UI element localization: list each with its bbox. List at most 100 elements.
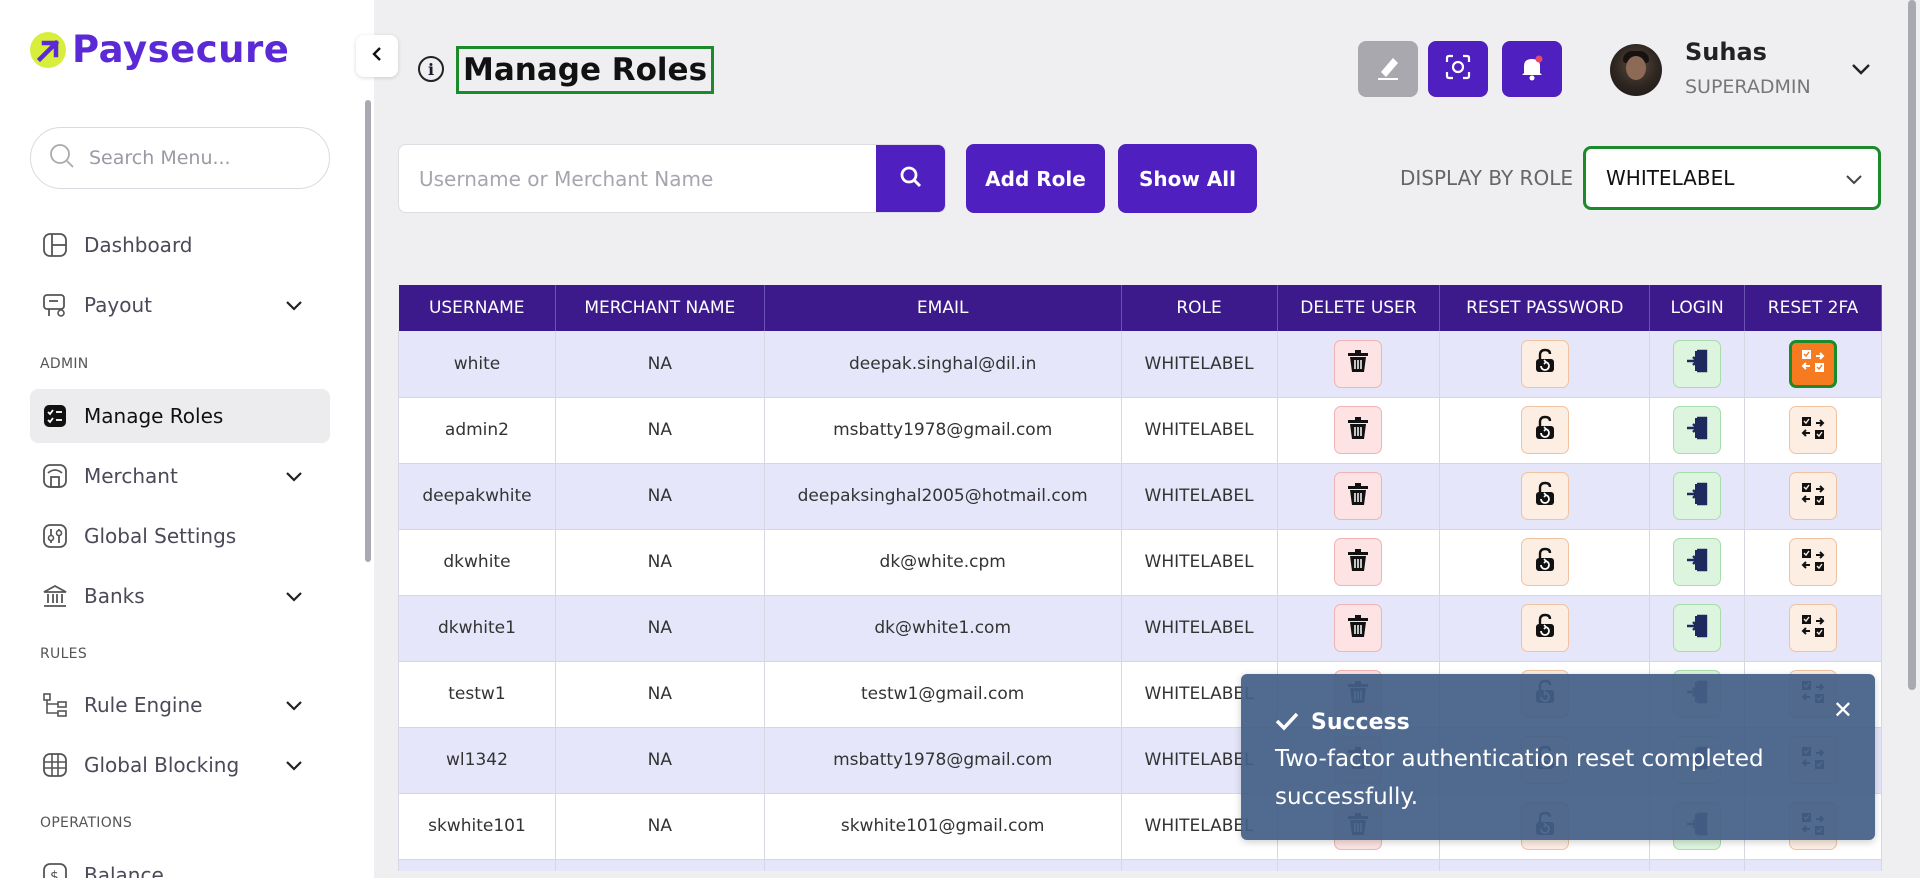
reset-password-button[interactable] [1520,538,1569,586]
cell-reset-2fa [1744,463,1882,530]
delete-user-button[interactable] [1334,406,1383,454]
reset-password-button[interactable] [1520,472,1569,520]
screenshot-button[interactable] [1428,41,1488,97]
sidebar-item-banks[interactable]: Banks [30,569,330,623]
search-button[interactable] [876,145,945,212]
reset-2fa-button[interactable] [1789,339,1838,388]
user-role: SUPERADMIN [1685,76,1811,98]
main-scrollbar[interactable] [1908,0,1916,690]
column-header-merchant-name[interactable]: MERCHANT NAME [555,285,765,331]
collapse-sidebar-button[interactable] [356,35,398,77]
avatar[interactable] [1610,44,1662,96]
reset-2fa-icon [1800,481,1826,512]
unlock-icon [1532,613,1558,644]
search-menu-input[interactable] [89,147,309,169]
chevron-down-icon [284,755,304,779]
info-icon[interactable]: i [418,56,444,82]
dashboard-icon [42,232,68,258]
sidebar-item-merchant[interactable]: Merchant [30,449,330,503]
login-as-user-button[interactable] [1673,339,1722,388]
delete-user-button[interactable] [1334,339,1383,388]
show-all-button[interactable]: Show All [1118,144,1257,213]
sidebar-item-balance[interactable]: $ Balance [30,848,330,878]
cell-login [1649,397,1746,464]
reset-2fa-icon [1800,348,1826,379]
reset-password-button[interactable] [1520,339,1569,388]
check-icon [1275,711,1299,735]
cell-reset-2fa [1744,331,1882,398]
cell-login [1649,595,1746,662]
role-select-value: WHITELABEL [1606,166,1735,190]
cell-role: WHITELABEL [1121,397,1278,464]
user-menu-chevron-icon[interactable] [1850,58,1872,84]
cell-login [1649,331,1746,398]
cell-role: WHITELABEL [1121,595,1278,662]
sidebar-item-label: Rule Engine [84,693,203,717]
eraser-icon [1373,52,1403,86]
reset-2fa-button[interactable] [1789,538,1838,586]
column-header-role[interactable]: ROLE [1121,285,1278,331]
clear-cache-button[interactable] [1358,41,1418,97]
chevron-down-icon [284,695,304,719]
login-icon [1684,415,1710,446]
role-select[interactable]: WHITELABEL [1583,146,1881,210]
cell-username: skwhite101 [398,793,556,860]
rule-engine-icon [42,692,68,718]
cell-email: deepaksinghal2005@hotmail.com [764,463,1122,530]
cell-username: deepakwhite [398,463,556,530]
sidebar-item-label: Global Blocking [84,753,240,777]
reset-2fa-button[interactable] [1789,472,1838,520]
search-menu-field[interactable] [30,127,330,189]
cell-login [1649,529,1746,596]
sidebar-item-manage-roles[interactable]: Manage Roles [30,389,330,443]
cell-role: WHITELABEL [1121,463,1278,530]
brand-logo[interactable]: Paysecure [30,28,289,71]
sidebar-item-global-blocking[interactable]: Global Blocking [30,738,330,792]
login-icon [1684,481,1710,512]
reset-password-button[interactable] [1520,406,1569,454]
column-header-delete-user: DELETE USER [1277,285,1441,331]
reset-2fa-icon [1800,415,1826,446]
cell-delete-user [1277,331,1441,398]
cell-merchant-name: NA [555,529,765,596]
reset-2fa-button[interactable] [1789,604,1838,652]
column-header-email[interactable]: EMAIL [764,285,1122,331]
column-header-username[interactable]: USERNAME [398,285,556,331]
reset-2fa-button[interactable] [1789,406,1838,454]
login-icon [1684,348,1710,379]
table-row: admin2 NA msbatty1978@gmail.com WHITELABEL [398,397,1882,464]
cell-reset-password [1439,595,1651,662]
cell-role: WHITELABEL [1121,529,1278,596]
reset-password-button[interactable] [1520,604,1569,652]
login-as-user-button[interactable] [1673,406,1722,454]
sidebar-item-dashboard[interactable]: Dashboard [30,218,330,272]
section-label-operations: OPERATIONS [40,815,133,831]
delete-user-button[interactable] [1334,538,1383,586]
trash-icon [1345,481,1371,512]
sidebar-item-rule-engine[interactable]: Rule Engine [30,678,330,732]
notifications-button[interactable] [1502,41,1562,97]
reset-2fa-icon [1800,547,1826,578]
login-as-user-button[interactable] [1673,604,1722,652]
login-as-user-button[interactable] [1673,538,1722,586]
login-icon [1684,613,1710,644]
page-title: Manage Roles [456,46,715,94]
merchant-search-input[interactable] [419,145,869,212]
cell-merchant-name: NA [555,727,765,794]
cell-merchant-name: NA [555,397,765,464]
sidebar-item-global-settings[interactable]: Global Settings [30,509,330,563]
payout-icon [42,292,68,318]
sidebar-item-payout[interactable]: Payout [30,278,330,332]
close-icon[interactable]: ✕ [1833,696,1853,724]
delete-user-button[interactable] [1334,472,1383,520]
merchant-search-field[interactable] [398,144,946,213]
cell-email: skwhite101@gmail.com [764,793,1122,860]
column-header-reset-password: RESET PASSWORD [1439,285,1651,331]
cell-reset-password [1439,397,1651,464]
toast-message: Two-factor authentication reset complete… [1275,746,1764,810]
cell-email: dk@white.cpm [764,529,1122,596]
add-role-button[interactable]: Add Role [966,144,1105,213]
delete-user-button[interactable] [1334,604,1383,652]
sidebar-scrollbar[interactable] [365,100,371,562]
login-as-user-button[interactable] [1673,472,1722,520]
